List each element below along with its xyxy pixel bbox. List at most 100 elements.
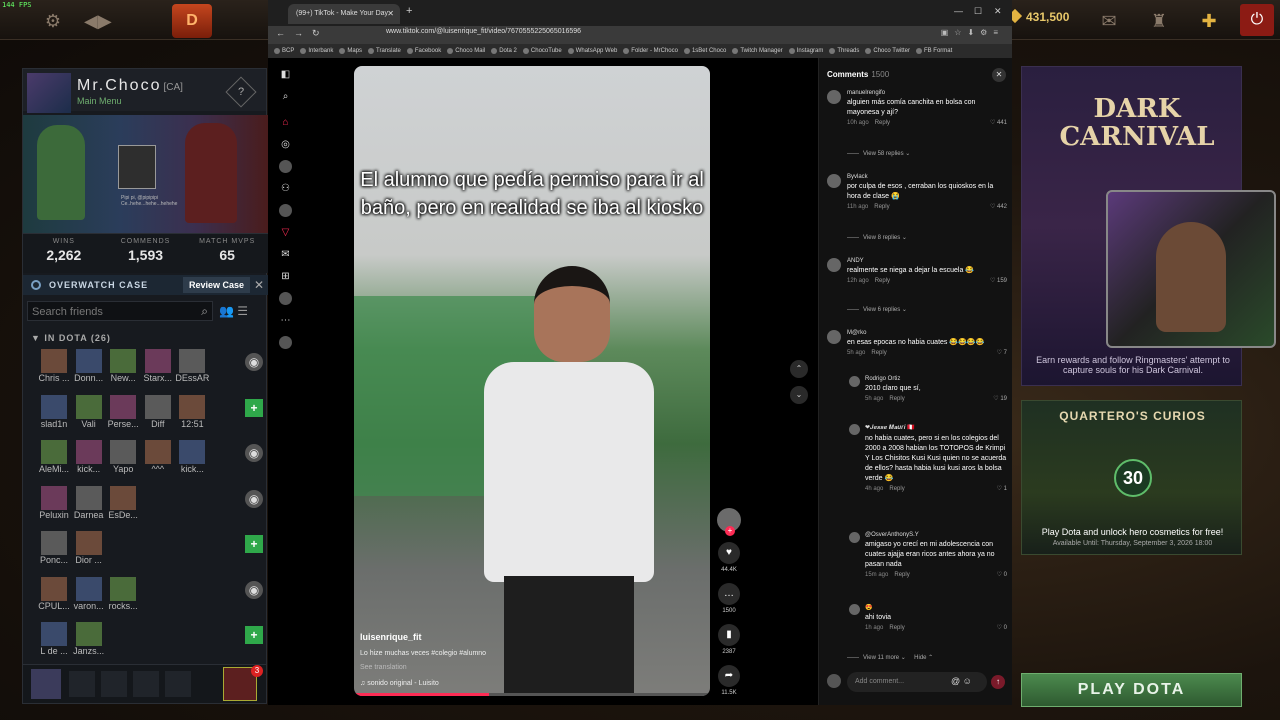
search-icon[interactable]: ⌕ bbox=[279, 90, 292, 103]
tab-tiktok[interactable]: (99+) TikTok - Make Your Day ✕ bbox=[288, 4, 400, 24]
watch-eye-icon[interactable]: ◉ bbox=[245, 580, 263, 599]
dota-logo-icon[interactable]: D bbox=[172, 4, 212, 38]
see-translation-link[interactable]: See translation bbox=[360, 664, 407, 671]
hide-replies-button[interactable]: Hide bbox=[914, 655, 926, 661]
friend-entry[interactable]: Perse... bbox=[106, 394, 140, 441]
friend-entry[interactable]: Janzs... bbox=[72, 622, 106, 668]
reply-button[interactable]: Reply bbox=[875, 120, 890, 126]
reply-likes[interactable]: ♡ 0 bbox=[997, 624, 1007, 631]
friend-entry[interactable]: L de ... bbox=[37, 622, 71, 668]
friend-entry[interactable]: Peluxin bbox=[37, 485, 71, 532]
more-icon[interactable]: ⋯ bbox=[279, 314, 292, 327]
comment-likes[interactable]: ♡ 441 bbox=[990, 119, 1007, 126]
save-button[interactable]: ▮ 2387 bbox=[712, 624, 746, 655]
reply-button[interactable]: Reply bbox=[874, 204, 889, 210]
creator-avatar[interactable]: + bbox=[712, 508, 746, 536]
reply-likes[interactable]: ♡ 1 bbox=[997, 485, 1007, 492]
bookmark-item[interactable]: Dota 2 bbox=[491, 48, 517, 54]
mention-emoji-icons[interactable]: @ ☺ bbox=[951, 676, 972, 686]
friend-entry[interactable]: Diff bbox=[141, 394, 175, 441]
comment-likes[interactable]: ♡ 7 bbox=[997, 349, 1007, 356]
plus-subscription-icon[interactable]: ✚ bbox=[1198, 10, 1220, 32]
mail-icon[interactable]: ✉ bbox=[1098, 10, 1120, 32]
bookmark-item[interactable]: Twitch Manager bbox=[732, 48, 782, 54]
hero-showcase[interactable]: Pipi pi, @pipipipi Ce..hehe...hehe...hehe… bbox=[23, 115, 268, 233]
video-sound[interactable]: ♫ sonido original - Luisito bbox=[360, 680, 439, 687]
bookmark-item[interactable]: Interbank bbox=[300, 48, 333, 54]
replier-avatar[interactable] bbox=[849, 532, 860, 543]
bookmark-item[interactable]: WhatsApp Web bbox=[568, 48, 618, 54]
party-slot[interactable] bbox=[133, 671, 159, 697]
bookmark-item[interactable]: FB Format bbox=[916, 48, 952, 54]
upload-icon[interactable]: ⊞ bbox=[279, 270, 292, 283]
friend-entry[interactable]: varon... bbox=[72, 576, 106, 623]
friend-entry[interactable]: kick... bbox=[175, 440, 209, 486]
bookmark-item[interactable]: ChocoTube bbox=[523, 48, 562, 54]
party-slot[interactable] bbox=[101, 671, 127, 697]
collapse-sidebar-icon[interactable]: ◧ bbox=[279, 68, 292, 81]
bookmark-item[interactable]: BCP bbox=[274, 48, 294, 54]
friend-entry[interactable]: DEssAR bbox=[175, 349, 209, 395]
bookmark-item[interactable]: Threads bbox=[829, 48, 859, 54]
friend-entry[interactable]: 12:51 bbox=[175, 394, 209, 441]
search-friends-input[interactable]: Search friends ⌕ bbox=[27, 301, 213, 321]
previous-video-button[interactable]: ⌃ bbox=[790, 360, 808, 378]
bookmark-item[interactable]: Facebook bbox=[407, 48, 441, 54]
reply-likes[interactable]: ♡ 0 bbox=[997, 571, 1007, 578]
friend-entry[interactable]: slad1n bbox=[37, 394, 71, 441]
friend-entry[interactable]: ^^^ bbox=[141, 440, 175, 486]
my-party-avatar[interactable] bbox=[31, 669, 61, 699]
friend-entry[interactable]: Vali bbox=[72, 394, 106, 441]
exit-power-icon[interactable]: ⏻ bbox=[1240, 4, 1274, 36]
friend-entry[interactable]: Starx... bbox=[141, 349, 175, 395]
reply-button[interactable]: Reply bbox=[889, 396, 904, 402]
view-replies-button[interactable]: View 58 replies ⌄ bbox=[847, 150, 910, 157]
commenter-avatar[interactable] bbox=[827, 174, 841, 188]
party-slot[interactable] bbox=[165, 671, 191, 697]
friend-list-icon[interactable]: ☰ bbox=[237, 304, 248, 318]
bookmark-item[interactable]: Choco Twitter bbox=[865, 48, 910, 54]
invite-plus-icon[interactable]: + bbox=[245, 535, 263, 553]
profile-avatar[interactable] bbox=[279, 292, 292, 305]
replier-avatar[interactable] bbox=[849, 376, 860, 387]
invite-plus-icon[interactable]: + bbox=[245, 398, 263, 417]
bookmark-item[interactable]: Instagram bbox=[789, 48, 824, 54]
bookmark-item[interactable]: Folder - MrChoco bbox=[623, 48, 678, 54]
friends-icon[interactable]: ⚇ bbox=[279, 182, 292, 195]
following-avatar[interactable] bbox=[279, 160, 292, 173]
friend-entry[interactable]: Chris ... bbox=[37, 349, 71, 395]
friend-entry[interactable]: CPUL... bbox=[37, 576, 71, 623]
review-case-button[interactable]: Review Case bbox=[182, 277, 250, 293]
reply-likes[interactable]: ♡ 19 bbox=[993, 395, 1007, 402]
friend-entry[interactable]: kick... bbox=[72, 440, 106, 486]
friend-entry[interactable]: New... bbox=[106, 349, 140, 395]
friends-group-label[interactable]: ▼ IN DOTA (26) bbox=[31, 333, 111, 343]
close-comments-icon[interactable]: ✕ bbox=[992, 68, 1006, 82]
reload-icon[interactable]: ↻ bbox=[312, 28, 320, 39]
reply-button[interactable]: Reply bbox=[894, 572, 909, 578]
url-input[interactable]: www.tiktok.com/@luisenrique_fit/video/76… bbox=[386, 28, 581, 35]
maximize-button[interactable]: ☐ bbox=[974, 6, 982, 17]
view-more-replies-button[interactable]: View 11 more ⌄ Hide ⌃ bbox=[847, 654, 933, 661]
friend-entry[interactable]: EsDe... bbox=[106, 485, 140, 532]
help-icon[interactable]: ? bbox=[225, 76, 257, 108]
forward-icon[interactable]: → bbox=[294, 28, 303, 38]
reply-button[interactable]: Reply bbox=[889, 486, 904, 492]
replier-avatar[interactable] bbox=[849, 424, 860, 435]
commenter-avatar[interactable] bbox=[827, 90, 841, 104]
close-icon[interactable]: ✕ bbox=[250, 278, 268, 292]
back-arrows-icon[interactable]: ◀▶ bbox=[84, 10, 112, 32]
live-avatar[interactable] bbox=[279, 204, 292, 217]
bookmark-item[interactable]: 1sBet Choco bbox=[684, 48, 726, 54]
settings-gear-icon[interactable]: ⚙ bbox=[42, 10, 64, 32]
watch-eye-icon[interactable]: ◉ bbox=[245, 444, 263, 462]
watch-eye-icon[interactable]: ◉ bbox=[245, 353, 263, 371]
toolbar-icons[interactable]: ▣☆⬇⚙≡ bbox=[941, 28, 1004, 37]
commenter-avatar[interactable] bbox=[827, 258, 841, 272]
home-icon[interactable]: ⌂ bbox=[279, 116, 292, 129]
party-slot[interactable] bbox=[69, 671, 95, 697]
send-comment-icon[interactable]: ↑ bbox=[991, 675, 1005, 689]
explore-icon[interactable]: ◎ bbox=[279, 138, 292, 151]
view-replies-button[interactable]: View 6 replies ⌄ bbox=[847, 306, 907, 313]
bookmark-item[interactable]: Translate bbox=[368, 48, 401, 54]
